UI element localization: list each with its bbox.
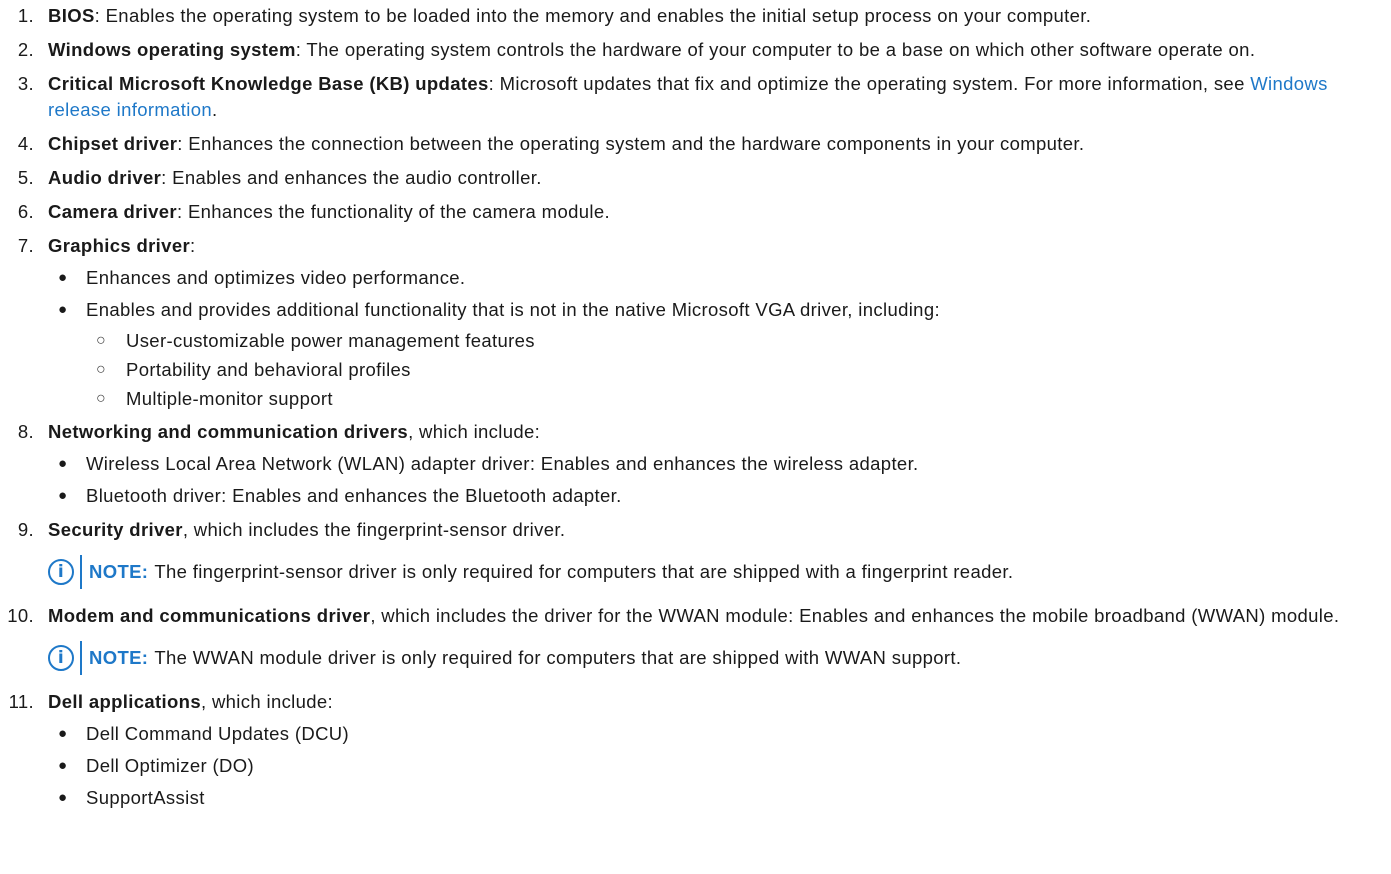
bullet-icon: ● (58, 455, 68, 472)
item-text: , which includes the driver for the WWAN… (370, 605, 1340, 626)
sub-bullet-list: ○ User-customizable power management feat… (48, 329, 1371, 411)
item-text: : The operating system controls the hard… (295, 39, 1256, 60)
list-item: ○ User-customizable power management feat… (96, 330, 535, 351)
list-item-camera-driver: 6. Camera driver: Enhances the functiona… (17, 201, 610, 222)
note-text: The WWAN module driver is only required … (154, 647, 962, 668)
list-item-audio-driver: 5. Audio driver: Enables and enhances th… (17, 167, 542, 188)
list-item: ○ Portability and behavioral profiles (96, 359, 411, 380)
list-item-windows-os: 2. Windows operating system: The operati… (17, 39, 1256, 60)
list-item: ● Bluetooth driver: Enables and enhances … (48, 483, 1371, 509)
info-icon: i (48, 559, 74, 585)
list-item-kb-updates: 3. Critical Microsoft Knowledge Base (KB… (17, 73, 1328, 120)
item-text: : (190, 235, 196, 256)
circle-bullet-icon: ○ (96, 332, 107, 349)
list-item: ● Wireless Local Area Network (WLAN) adap… (48, 451, 1371, 477)
list-item-dell-applications: 11. Dell applications, which include: ● D… (0, 689, 1391, 811)
bullet-icon: ● (58, 301, 68, 318)
list-item: ● Dell Optimizer (DO) (48, 753, 1371, 779)
item-title: Camera driver (48, 201, 177, 222)
item-title: Dell applications (48, 691, 201, 712)
note-text: The fingerprint-sensor driver is only re… (154, 561, 1014, 582)
item-text: , which includes the fingerprint-sensor … (182, 519, 566, 540)
item-text: : Enables the operating system to be loa… (94, 5, 1092, 26)
list-item-bios: 1. BIOS: Enables the operating system to… (17, 5, 1092, 26)
note-callout: i NOTE: The WWAN module driver is only r… (48, 641, 1371, 675)
item-text: , which include: (200, 691, 334, 712)
document-page: 1. BIOS: Enables the operating system to… (0, 0, 1391, 874)
list-item-chipset-driver: 4. Chipset driver: Enhances the connecti… (17, 133, 1085, 154)
note-label: NOTE: (89, 561, 149, 582)
list-item-graphics-driver: 7. Graphics driver: ● Enhances and optimi… (0, 233, 1391, 411)
note-label: NOTE: (89, 647, 149, 668)
item-text: , which include: (408, 421, 541, 442)
info-icon: i (48, 645, 74, 671)
note-divider (80, 555, 82, 589)
bullet-icon: ● (58, 757, 68, 774)
item-title: Security driver (48, 519, 183, 540)
item-title: BIOS (48, 5, 95, 26)
item-title: Networking and communication drivers (48, 421, 409, 442)
bullet-list: ● Dell Command Updates (DCU) ● Dell Optimi… (48, 721, 1371, 811)
list-item-networking-drivers: 8. Networking and communication drivers,… (0, 419, 1391, 509)
item-text: : Enables and enhances the audio control… (161, 167, 542, 188)
list-item-security-driver: 9. Security driver, which includes the f… (0, 517, 1391, 589)
item-text: : Enhances the functionality of the came… (176, 201, 610, 222)
bullet-list: ● Enhances and optimizes video performanc… (48, 265, 1371, 411)
note-callout: i NOTE: The fingerprint-sensor driver is… (48, 555, 1371, 589)
item-title: Audio driver (48, 167, 162, 188)
list-item-modem-driver: 10. Modem and communications driver, whi… (0, 603, 1391, 675)
item-title: Chipset driver (48, 133, 178, 154)
list-item: ● Enhances and optimizes video performanc… (48, 265, 1371, 291)
bullet-icon: ● (58, 487, 68, 504)
bullet-icon: ● (58, 269, 68, 286)
circle-bullet-icon: ○ (96, 361, 107, 378)
item-title: Windows operating system (48, 39, 296, 60)
list-item: ● SupportAssist (48, 785, 1371, 811)
list-item: ○ Multiple-monitor support (96, 388, 333, 409)
bullet-icon: ● (58, 725, 68, 742)
list-item: ● Dell Command Updates (DCU) (48, 721, 1371, 747)
item-text: : Enhances the connection between the op… (177, 133, 1085, 154)
item-text: : Microsoft updates that fix and optimiz… (488, 73, 1251, 94)
item-title: Graphics driver (48, 235, 191, 256)
item-title: Modem and communications driver (48, 605, 371, 626)
item-title: Critical Microsoft Knowledge Base (KB) u… (48, 73, 489, 94)
note-divider (80, 641, 82, 675)
list-item: ● Enables and provides additional functio… (48, 297, 1371, 323)
bullet-list: ● Wireless Local Area Network (WLAN) adap… (48, 451, 1371, 509)
circle-bullet-icon: ○ (96, 390, 107, 407)
bullet-icon: ● (58, 789, 68, 806)
